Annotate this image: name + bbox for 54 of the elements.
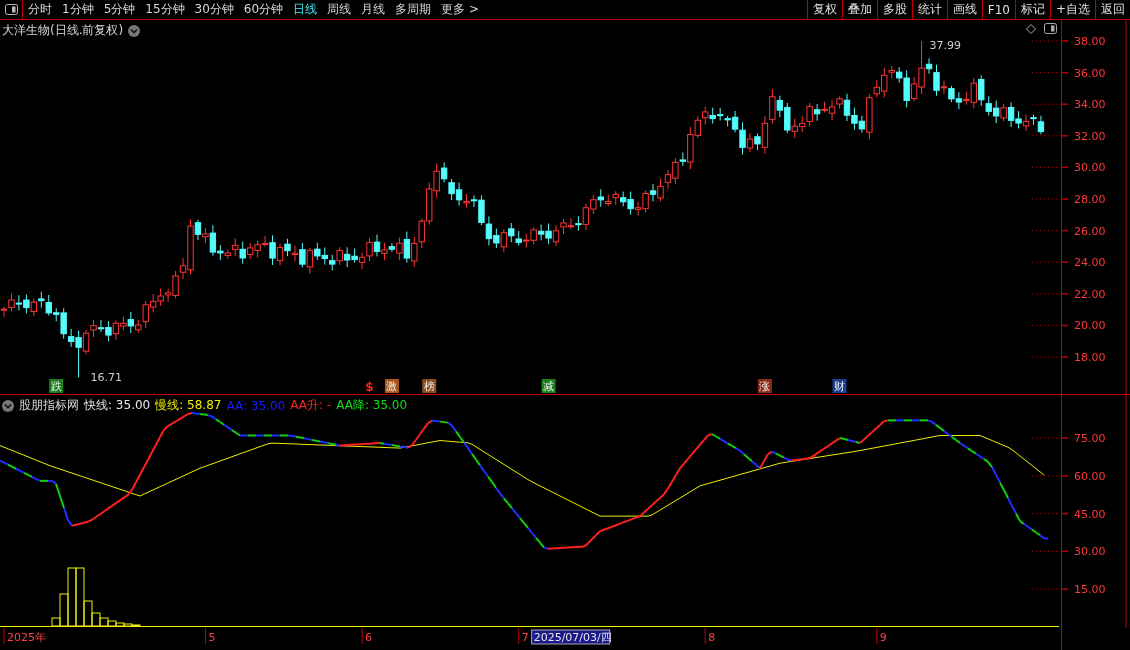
- signal-tag: 财: [832, 379, 847, 393]
- signal-mark: $: [365, 380, 374, 394]
- chevron-down-icon[interactable]: [2, 399, 14, 412]
- legend-value: AA: 35.00: [226, 398, 286, 413]
- date-label: 2025年: [7, 631, 46, 644]
- low-price-label: 16.71: [90, 371, 123, 385]
- signal-tag: 涨: [757, 379, 772, 393]
- signal-tag: 减: [541, 379, 556, 393]
- period-tab[interactable]: 周线: [322, 0, 357, 19]
- legend-value: AA升: -: [290, 397, 332, 414]
- chevron-down-icon[interactable]: [128, 24, 141, 37]
- high-price-label: 37.99: [929, 39, 962, 53]
- price-axis-label: 34.00: [1074, 98, 1106, 112]
- price-axis-label: 24.00: [1074, 256, 1106, 270]
- price-axis-label: 30.00: [1074, 161, 1106, 175]
- period-tab[interactable]: 5分钟: [98, 0, 141, 19]
- legend-value: 慢线: 58.87: [155, 397, 222, 414]
- panel-toggle-icon[interactable]: [1044, 23, 1057, 34]
- price-axis-label: 26.00: [1074, 224, 1106, 238]
- period-tab[interactable]: 分时: [23, 0, 57, 19]
- date-label: 7: [521, 631, 529, 644]
- legend-value: 快线: 35.00: [84, 397, 151, 414]
- indicator-axis-label: 30.00: [1074, 545, 1106, 559]
- date-cursor-label: 2025/07/03/四: [531, 629, 612, 645]
- signal-tag: 激: [384, 379, 399, 393]
- price-axis-label: 36.00: [1074, 66, 1106, 80]
- legend-value: AA降: 35.00: [336, 397, 408, 414]
- diamond-icon[interactable]: [1026, 23, 1036, 34]
- indicator-axis-label: 15.00: [1074, 583, 1106, 597]
- price-axis-label: 38.00: [1074, 35, 1106, 48]
- indicator-axis-label: 75.00: [1074, 432, 1106, 445]
- date-label: 8: [708, 631, 716, 644]
- date-label: 6: [365, 631, 373, 644]
- price-axis-label: 32.00: [1074, 129, 1106, 143]
- signal-tag: 榜: [422, 379, 437, 393]
- date-label: 9: [879, 631, 887, 644]
- indicator-axis-label: 60.00: [1074, 469, 1106, 483]
- period-tab[interactable]: 更多 >: [436, 0, 484, 19]
- stock-title: 大洋生物(日线.前复权): [2, 22, 124, 39]
- period-tab[interactable]: 60分钟: [238, 0, 289, 19]
- price-axis-label: 20.00: [1074, 319, 1106, 333]
- date-label: 5: [208, 631, 216, 644]
- period-tab[interactable]: 月线: [356, 0, 391, 19]
- indicator-name: 股朋指标网: [19, 397, 79, 414]
- period-tab[interactable]: 日线: [288, 0, 323, 19]
- signal-tag: 跌: [49, 379, 64, 393]
- price-axis-label: 22.00: [1074, 287, 1106, 301]
- price-axis-label: 18.00: [1074, 351, 1106, 364]
- period-tab[interactable]: 1分钟: [57, 0, 99, 19]
- price-axis-label: 28.00: [1074, 193, 1106, 206]
- indicator-axis-label: 45.00: [1074, 507, 1106, 521]
- period-tab[interactable]: 15分钟: [140, 0, 190, 19]
- period-tab[interactable]: 30分钟: [189, 0, 239, 19]
- period-tab[interactable]: 多周期: [390, 0, 437, 19]
